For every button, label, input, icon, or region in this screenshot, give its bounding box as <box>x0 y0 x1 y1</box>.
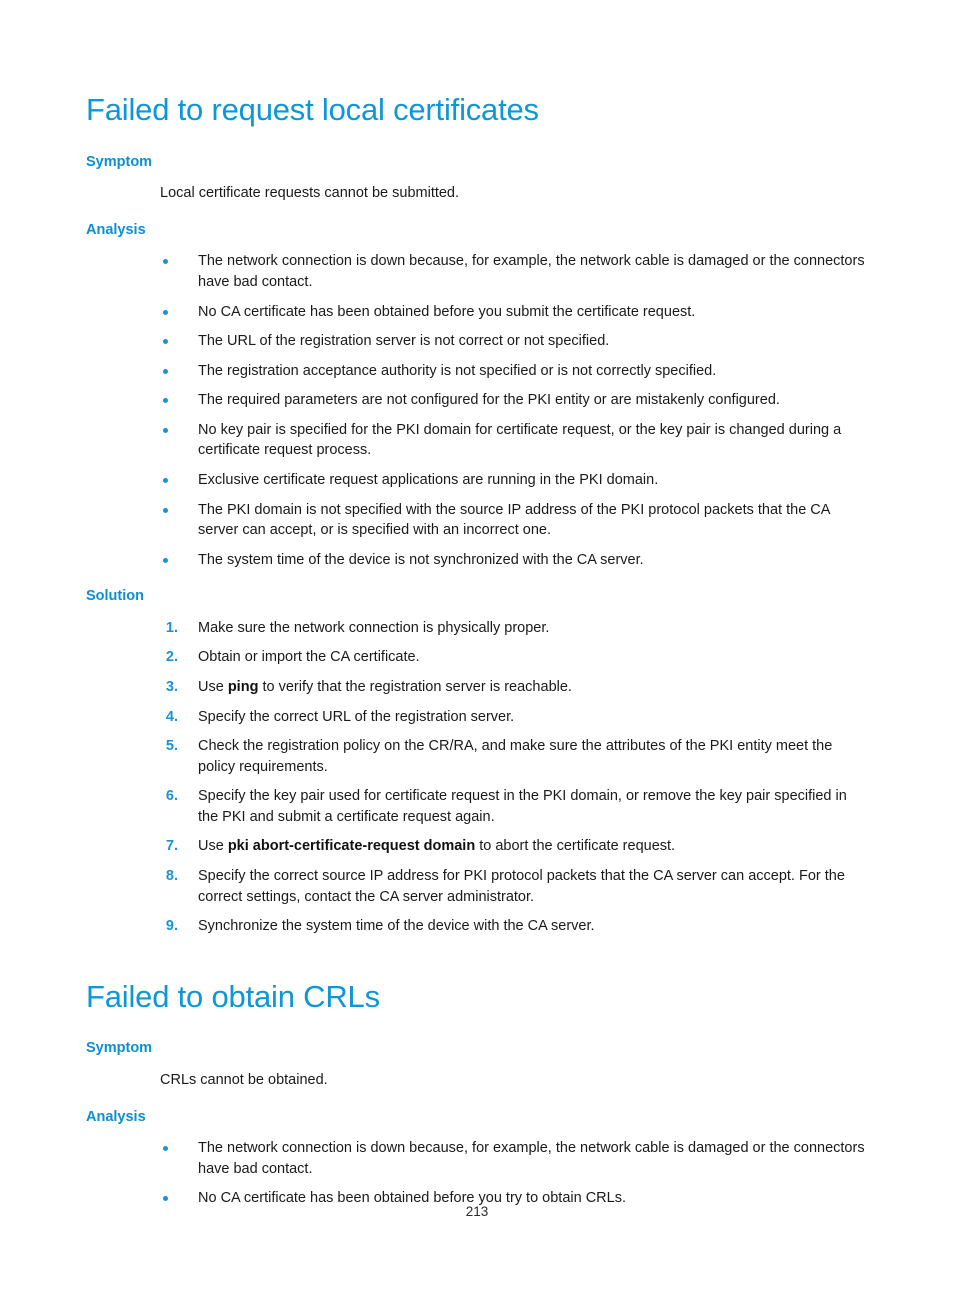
step-text-before: Use <box>198 678 228 695</box>
list-item-text: The PKI domain is not specified with the… <box>198 501 830 539</box>
list-item: The system time of the device is not syn… <box>86 550 868 571</box>
analysis-list-secondary: The network connection is down because, … <box>86 1138 868 1209</box>
list-item: Exclusive certificate request applicatio… <box>86 470 868 491</box>
heading-symptom-secondary: Symptom <box>86 1040 153 1057</box>
list-item: 9. Synchronize the system time of the dev… <box>86 916 868 937</box>
step-text-before: Synchronize the system time of the devic… <box>198 918 595 935</box>
heading-symptom: Symptom <box>86 153 153 170</box>
heading-solution: Solution <box>86 588 144 605</box>
page-content: Failed to request local certificates Sym… <box>86 92 868 1209</box>
list-item: 2. Obtain or import the CA certificate. <box>86 647 868 668</box>
list-item-text: The system time of the device is not syn… <box>198 551 644 568</box>
list-item-text: Exclusive certificate request applicatio… <box>198 472 659 489</box>
list-item: The network connection is down because, … <box>86 1138 868 1179</box>
list-item: The required parameters are not configur… <box>86 390 868 411</box>
symptom-text: Local certificate requests cannot be sub… <box>160 185 460 202</box>
step-text-before: Obtain or import the CA certificate. <box>198 649 420 666</box>
step-number: 9. <box>165 918 178 935</box>
list-item: 3. Use ping to verify that the registrati… <box>86 677 868 698</box>
step-number: 3. <box>165 678 178 695</box>
step-text-before: Make sure the network connection is phys… <box>198 619 550 636</box>
list-item-text: The required parameters are not configur… <box>198 392 780 409</box>
page-title: Failed to request local certificates <box>86 92 539 127</box>
step-text-before: Use <box>198 838 228 855</box>
bullet-dot-icon <box>163 557 168 563</box>
bullet-dot-icon <box>163 309 168 315</box>
bullet-dot-icon <box>163 1196 168 1202</box>
page-number: 213 <box>465 1204 489 1219</box>
bullet-dot-icon <box>163 427 168 433</box>
list-item: 8. Specify the correct source IP address … <box>86 866 868 907</box>
step-text-before: Specify the correct URL of the registrat… <box>198 708 515 725</box>
step-text-before: Specify the key pair used for certificat… <box>198 788 847 825</box>
heading-analysis-secondary: Analysis <box>86 1108 146 1125</box>
step-text-before: Specify the correct source IP address fo… <box>198 867 845 905</box>
list-item: 7. Use pki abort-certificate-request doma… <box>86 836 868 857</box>
step-number: 6. <box>165 788 178 805</box>
list-item-text: The network connection is down because, … <box>198 253 865 291</box>
list-item: No CA certificate has been obtained befo… <box>86 302 868 323</box>
list-item-text: No CA certificate has been obtained befo… <box>198 303 696 320</box>
bullet-dot-icon <box>163 1146 168 1152</box>
list-item: 1. Make sure the network connection is ph… <box>86 618 868 639</box>
page-title-secondary: Failed to obtain CRLs <box>86 978 380 1014</box>
list-item-text: The URL of the registration server is no… <box>198 333 610 350</box>
list-item: 5. Check the registration policy on the C… <box>86 736 868 777</box>
step-number: 1. <box>165 619 178 636</box>
document-page: Failed to request local certificates Sym… <box>0 0 954 1296</box>
symptom-text-secondary: CRLs cannot be obtained. <box>160 1071 328 1088</box>
list-item: The PKI domain is not specified with the… <box>86 500 868 541</box>
step-text-after: to abort the certificate request. <box>475 838 676 855</box>
step-number: 7. <box>165 838 178 855</box>
solution-list: 1. Make sure the network connection is ph… <box>86 618 868 937</box>
list-item: No key pair is specified for the PKI dom… <box>86 420 868 461</box>
bullet-dot-icon <box>163 478 168 484</box>
list-item-text: The network connection is down because, … <box>198 1140 865 1177</box>
bullet-dot-icon <box>163 259 168 265</box>
list-item: The network connection is down because, … <box>86 251 868 292</box>
heading-analysis: Analysis <box>86 222 146 239</box>
list-item-text: The registration acceptance authority is… <box>198 362 717 379</box>
bullet-dot-icon <box>163 339 168 345</box>
page-footer: 213 <box>0 1204 954 1219</box>
step-number: 5. <box>165 738 178 755</box>
list-item: 4. Specify the correct URL of the registr… <box>86 707 868 728</box>
list-item: The URL of the registration server is no… <box>86 331 868 352</box>
list-item-text: No key pair is specified for the PKI dom… <box>198 421 842 459</box>
step-text-after: to verify that the registration server i… <box>258 678 572 695</box>
analysis-list: The network connection is down because, … <box>86 251 868 570</box>
step-number: 2. <box>165 649 178 666</box>
step-text-before: Check the registration policy on the CR/… <box>198 738 833 775</box>
step-number: 8. <box>165 867 178 884</box>
step-text-command: ping <box>227 678 259 695</box>
step-text-command: pki abort-certificate-request domain <box>227 838 476 855</box>
bullet-dot-icon <box>163 368 168 374</box>
bullet-dot-icon <box>163 507 168 513</box>
step-number: 4. <box>165 708 178 725</box>
list-item: 6. Specify the key pair used for certific… <box>86 786 868 827</box>
bullet-dot-icon <box>163 398 168 404</box>
list-item: The registration acceptance authority is… <box>86 361 868 382</box>
